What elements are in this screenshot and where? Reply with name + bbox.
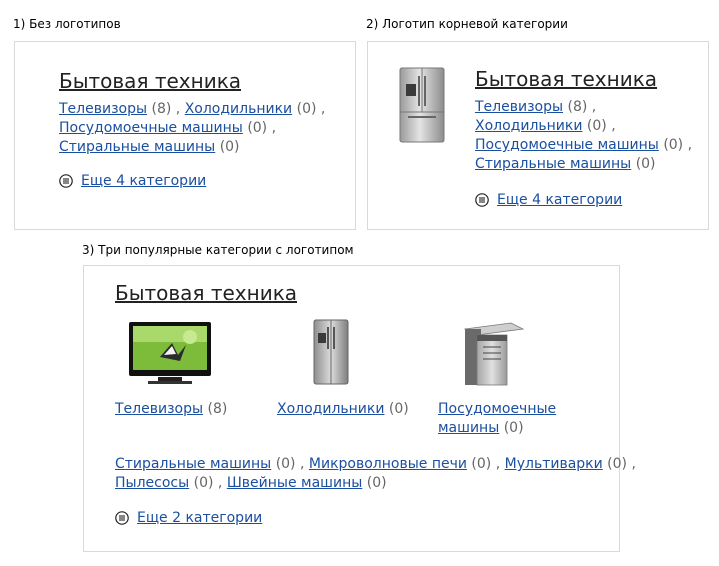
category-count: (0) bbox=[635, 156, 656, 172]
category-count: (0) bbox=[607, 456, 628, 472]
separator: , bbox=[175, 101, 181, 117]
more-categories: Еще 2 категории bbox=[115, 510, 262, 526]
category-link-refrigerators[interactable]: Холодильники bbox=[475, 118, 582, 134]
category-line: Телевизоры (8) , Холодильники (0) , bbox=[59, 100, 325, 119]
category-line: Стиральные машины (0) , Микроволновые пе… bbox=[115, 455, 636, 474]
category-link-washing-machines[interactable]: Стиральные машины bbox=[59, 139, 215, 155]
category-count: (0) bbox=[586, 118, 607, 134]
root-category-title[interactable]: Бытовая техника bbox=[115, 281, 297, 305]
tv-icon[interactable] bbox=[128, 321, 212, 385]
separator: , bbox=[591, 99, 597, 115]
category-link-refrigerators[interactable]: Холодильники bbox=[185, 101, 292, 117]
more-categories-link[interactable]: Еще 4 категории bbox=[497, 192, 622, 208]
more-categories-link[interactable]: Еще 4 категории bbox=[81, 173, 206, 189]
category-link-dishwashers[interactable]: машины bbox=[438, 420, 499, 436]
list-circle-icon bbox=[115, 511, 129, 525]
category-count: (8) bbox=[567, 99, 588, 115]
panel-no-logos: Бытовая техника Телевизоры (8) , Холодил… bbox=[14, 41, 356, 230]
separator: , bbox=[631, 456, 636, 472]
more-categories-link[interactable]: Еще 2 категории bbox=[137, 510, 262, 526]
category-link-dishwashers[interactable]: Посудомоечные bbox=[438, 401, 556, 417]
root-category-title[interactable]: Бытовая техника bbox=[59, 69, 241, 93]
category-line: Стиральные машины (0) bbox=[59, 138, 240, 157]
category-link-televisions[interactable]: Телевизоры bbox=[475, 99, 563, 115]
category-count: (8) bbox=[151, 101, 172, 117]
category-link-refrigerators[interactable]: Холодильники bbox=[277, 401, 384, 417]
list-circle-icon bbox=[475, 193, 489, 207]
popular-category-televisions: Телевизоры (8) bbox=[115, 400, 227, 419]
category-count: (0) bbox=[503, 420, 524, 436]
more-categories: Еще 4 категории bbox=[59, 173, 206, 189]
more-categories: Еще 4 категории bbox=[475, 192, 622, 208]
category-count: (8) bbox=[207, 401, 228, 417]
separator: , bbox=[495, 456, 501, 472]
separator: , bbox=[611, 118, 616, 134]
category-line: Телевизоры (8) , bbox=[475, 98, 596, 117]
popular-category-refrigerators: Холодильники (0) bbox=[277, 400, 409, 419]
category-link-vacuum-cleaners[interactable]: Пылесосы bbox=[115, 475, 189, 491]
category-link-televisions[interactable]: Телевизоры bbox=[59, 101, 147, 117]
category-count: (0) bbox=[366, 475, 387, 491]
separator: , bbox=[271, 120, 277, 136]
separator: , bbox=[217, 475, 223, 491]
refrigerator-icon[interactable] bbox=[313, 319, 349, 385]
category-link-dishwashers[interactable]: Посудомоечные машины bbox=[59, 120, 243, 136]
category-link-dishwashers[interactable]: Посудомоечные машины bbox=[475, 137, 659, 153]
category-link-multicookers[interactable]: Мультиварки bbox=[505, 456, 603, 472]
category-count: (0) bbox=[275, 456, 296, 472]
panel-popular-logos: Бытовая техника Телевизоры (8) Холодильн… bbox=[83, 265, 636, 552]
category-link-televisions[interactable]: Телевизоры bbox=[115, 401, 203, 417]
caption-example-3: 3) Три популярные категории с логотипом bbox=[82, 243, 354, 257]
category-count: (0) bbox=[296, 101, 317, 117]
category-link-washing-machines[interactable]: Стиральные машины bbox=[475, 156, 631, 172]
popular-category-dishwashers: Посудомоечные машины (0) bbox=[438, 400, 568, 438]
category-count: (0) bbox=[388, 401, 409, 417]
category-line: Холодильники (0) , bbox=[475, 117, 616, 136]
category-count: (0) bbox=[193, 475, 214, 491]
category-line: Посудомоечные машины (0) , bbox=[59, 119, 276, 138]
caption-example-2: 2) Логотип корневой категории bbox=[366, 17, 568, 31]
category-link-washing-machines[interactable]: Стиральные машины bbox=[115, 456, 271, 472]
caption-example-1: 1) Без логотипов bbox=[13, 17, 121, 31]
category-line: Посудомоечные машины (0) , bbox=[475, 136, 692, 155]
category-line: Стиральные машины (0) bbox=[475, 155, 656, 174]
category-count: (0) bbox=[219, 139, 240, 155]
category-link-microwaves[interactable]: Микроволновые печи bbox=[309, 456, 467, 472]
category-count: (0) bbox=[663, 137, 684, 153]
panel-root-logo: Бытовая техника Телевизоры (8) , Холодил… bbox=[367, 41, 709, 230]
separator: , bbox=[299, 456, 305, 472]
refrigerator-icon bbox=[399, 67, 445, 143]
separator: , bbox=[320, 101, 326, 117]
category-count: (0) bbox=[471, 456, 492, 472]
category-line: Пылесосы (0) , Швейные машины (0) bbox=[115, 474, 387, 493]
category-count: (0) bbox=[247, 120, 268, 136]
dishwasher-icon[interactable] bbox=[463, 321, 525, 387]
category-link-sewing-machines[interactable]: Швейные машины bbox=[227, 475, 362, 491]
list-circle-icon bbox=[59, 174, 73, 188]
separator: , bbox=[687, 137, 693, 153]
root-category-title[interactable]: Бытовая техника bbox=[475, 67, 657, 91]
